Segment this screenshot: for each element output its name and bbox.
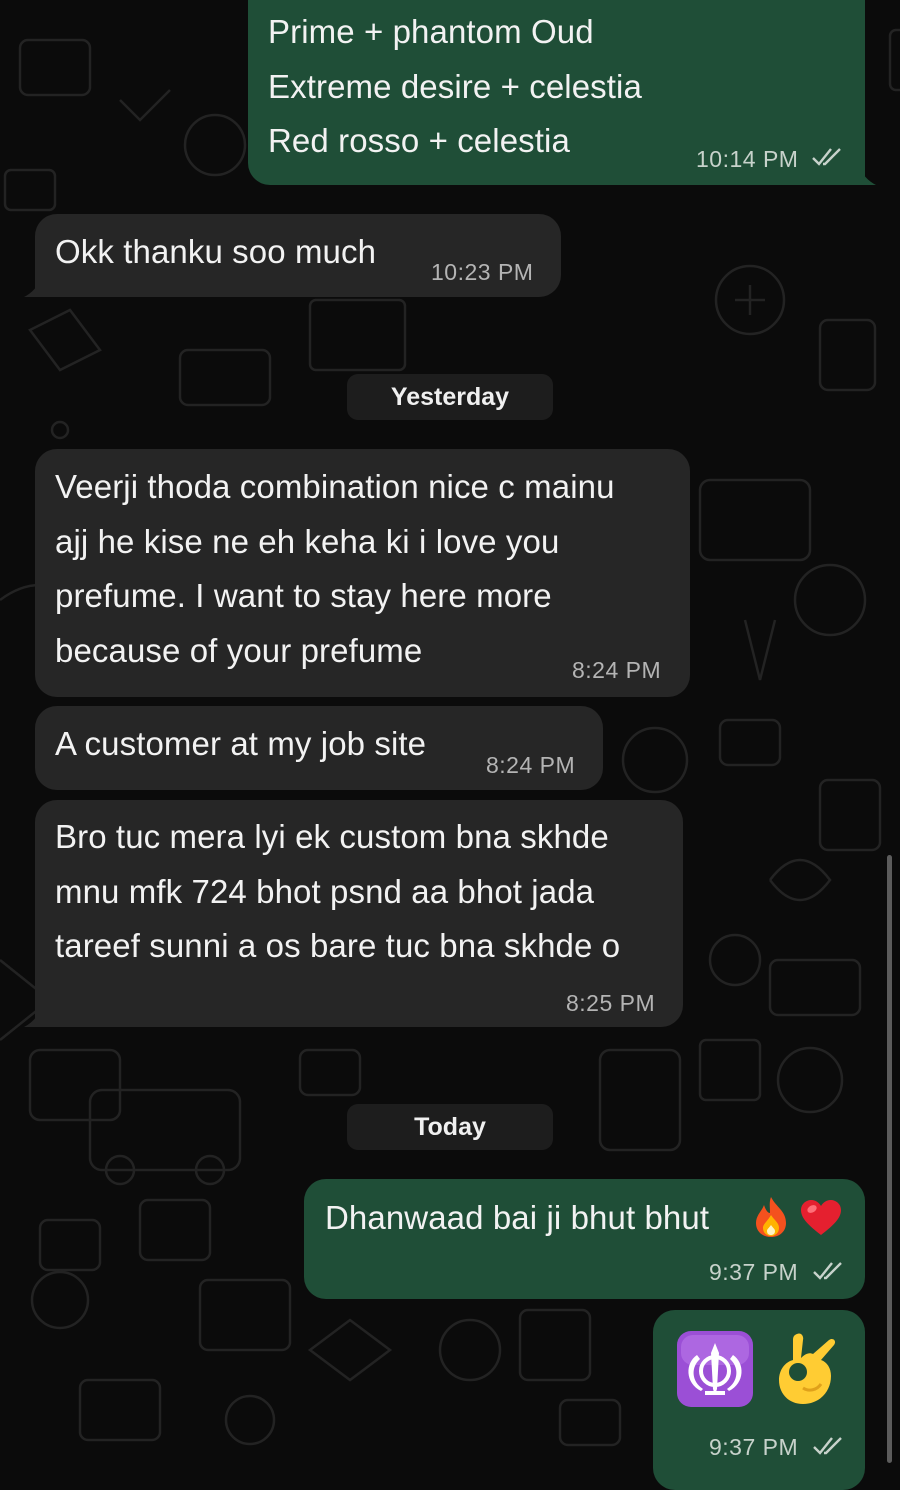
- message-time: 10:14 PM: [696, 146, 799, 172]
- double-check-icon: [813, 1437, 842, 1455]
- double-check-icon: [812, 148, 841, 166]
- message-time: 10:23 PM: [431, 259, 534, 285]
- message-text: A customer at my job site: [55, 725, 427, 762]
- message-time: 9:37 PM: [709, 1259, 799, 1285]
- red-heart-emoji-icon: [801, 1200, 841, 1235]
- message-bubble-outgoing[interactable]: Prime + phantom Oud Extreme desire + cel…: [248, 0, 865, 185]
- khanda-emoji-icon: [677, 1331, 753, 1407]
- message-time: 8:24 PM: [572, 657, 662, 683]
- message-text: Veerji thoda combination nice c mainu aj…: [55, 468, 615, 669]
- bubble-tail: [858, 165, 876, 185]
- date-divider-today: Today: [347, 1104, 553, 1150]
- ok-hand-emoji-icon: [779, 1333, 836, 1404]
- message-bubble-incoming[interactable]: Okk thanku soo much 10:23 PM: [35, 214, 561, 297]
- message-bubble-incoming[interactable]: A customer at my job site 8:24 PM: [35, 706, 603, 790]
- bubble-tail: [24, 1007, 42, 1027]
- message-time: 9:37 PM: [709, 1434, 799, 1460]
- message-bubble-outgoing[interactable]: 9:37 PM: [653, 1310, 865, 1490]
- double-check-icon: [813, 1262, 842, 1280]
- message-bubble-incoming[interactable]: Veerji thoda combination nice c mainu aj…: [35, 449, 690, 697]
- message-text: Prime + phantom Oud Extreme desire + cel…: [268, 13, 642, 159]
- message-text: Bro tuc mera lyi ek custom bna skhde mnu…: [55, 818, 621, 964]
- message-time: 8:24 PM: [486, 752, 576, 778]
- message-text: Okk thanku soo much: [55, 233, 377, 270]
- message-bubble-incoming[interactable]: Bro tuc mera lyi ek custom bna skhde mnu…: [35, 800, 683, 1027]
- date-divider-yesterday: Yesterday: [347, 374, 553, 420]
- scrollbar[interactable]: [887, 855, 892, 1463]
- message-bubble-outgoing[interactable]: Dhanwaad bai ji bhut bhut 9:37 PM: [304, 1179, 865, 1299]
- message-text: Dhanwaad bai ji bhut bhut: [325, 1199, 710, 1236]
- bubble-tail: [24, 277, 42, 297]
- fire-emoji-icon: [756, 1197, 786, 1237]
- message-time: 8:25 PM: [566, 990, 656, 1016]
